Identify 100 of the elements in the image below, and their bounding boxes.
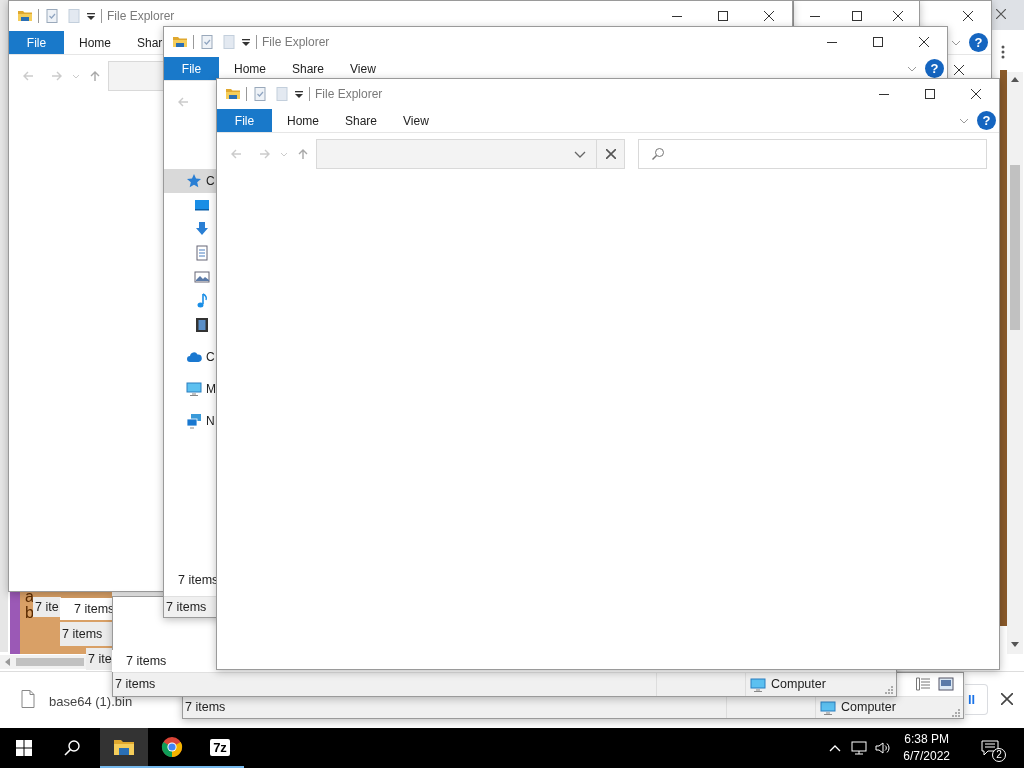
- download-icon: [194, 221, 210, 237]
- ribbon-tab[interactable]: Shar: [122, 31, 163, 54]
- horizontal-scrollbar[interactable]: [0, 655, 86, 669]
- file-explorer-button[interactable]: [100, 728, 148, 768]
- page-text: a: [25, 589, 34, 605]
- search-field[interactable]: [638, 139, 987, 169]
- up-arrow-icon[interactable]: [297, 148, 309, 160]
- nav-pane-item[interactable]: C: [164, 345, 217, 369]
- chevron-up-icon: [829, 744, 842, 752]
- recent-dropdown-icon[interactable]: [280, 151, 288, 157]
- monitor-icon: [749, 676, 767, 693]
- chevron-down-icon[interactable]: [907, 65, 917, 72]
- scroll-up-icon[interactable]: [1011, 77, 1019, 82]
- notifications-button[interactable]: 2: [966, 728, 1014, 768]
- nav-pane-item[interactable]: N: [164, 409, 217, 433]
- file-name[interactable]: base64 (1).bin: [49, 692, 133, 712]
- ribbon-tab[interactable]: Home: [64, 31, 122, 54]
- help-button[interactable]: ?: [969, 33, 988, 52]
- folder-icon[interactable]: [172, 34, 188, 50]
- nav-pane-item[interactable]: C: [164, 169, 217, 193]
- status-text: 7 items: [165, 598, 207, 616]
- window-title: File Explorer: [107, 8, 175, 25]
- address-field[interactable]: [316, 139, 597, 169]
- maximize-icon: [851, 11, 862, 21]
- folder-icon: [113, 737, 135, 757]
- close-icon: [605, 149, 616, 159]
- window-title: File Explorer: [315, 86, 383, 103]
- maximize-icon: [873, 37, 883, 47]
- desktop-icon: [194, 197, 210, 213]
- folder-icon[interactable]: [225, 86, 241, 102]
- location-label: Computer: [771, 676, 826, 694]
- ribbon-tab[interactable]: View: [388, 109, 446, 132]
- details-view-icon[interactable]: [915, 676, 931, 692]
- scrollbar-thumb[interactable]: [16, 658, 84, 666]
- speaker-icon: [875, 741, 892, 755]
- clear-button[interactable]: [597, 139, 625, 169]
- picture-icon: [194, 269, 210, 285]
- help-button[interactable]: ?: [977, 111, 996, 130]
- back-arrow-icon[interactable]: [230, 148, 242, 160]
- status-text: 7 items: [126, 652, 167, 670]
- ribbon-tab[interactable]: File: [164, 57, 219, 80]
- ribbon-tab[interactable]: File: [9, 31, 64, 54]
- forward-arrow-icon[interactable]: [259, 148, 271, 160]
- monitor-icon: [186, 381, 202, 397]
- large-icons-view-icon[interactable]: [938, 676, 954, 692]
- browser-toolbar: [992, 0, 1024, 30]
- close-icon: [919, 37, 929, 47]
- file-icon: [21, 690, 35, 708]
- windows-logo-icon: [16, 740, 32, 756]
- window-title: File Explorer: [262, 34, 330, 51]
- chevron-down-icon[interactable]: [951, 39, 961, 46]
- cloud-icon: [186, 349, 202, 365]
- status-text: 7 items: [115, 676, 156, 694]
- status-text: 7 items: [185, 699, 226, 717]
- close-icon: [963, 11, 973, 21]
- maximize-icon: [718, 11, 728, 21]
- ribbon-tab[interactable]: File: [217, 109, 272, 132]
- page-text: b: [25, 605, 34, 621]
- monitor-icon: [819, 699, 837, 716]
- properties-icon[interactable]: [44, 8, 60, 24]
- browser-icon: [161, 736, 183, 758]
- maximize-icon: [925, 89, 935, 99]
- more-menu-icon[interactable]: [1001, 45, 1005, 59]
- archive-app-button[interactable]: 7z: [196, 728, 244, 768]
- close-button[interactable]: [998, 690, 1016, 708]
- chevron-down-icon[interactable]: [959, 117, 969, 124]
- nav-pane-item[interactable]: M: [164, 377, 217, 401]
- up-arrow-icon[interactable]: [89, 70, 101, 82]
- dropdown-icon: [574, 150, 586, 158]
- back-arrow-icon[interactable]: [177, 96, 189, 108]
- status-text: 7 ite: [88, 650, 112, 668]
- status-text: 7 items: [62, 625, 103, 643]
- film-icon: [194, 317, 210, 333]
- scrollbar[interactable]: [1007, 72, 1023, 654]
- close-icon: [764, 11, 774, 21]
- recent-dropdown-icon[interactable]: [72, 73, 80, 79]
- close-icon: [893, 11, 904, 21]
- ribbon-tab[interactable]: Share: [277, 57, 335, 80]
- help-button[interactable]: ?: [925, 59, 944, 78]
- star-icon: [186, 173, 202, 189]
- properties-icon[interactable]: [199, 34, 215, 50]
- resize-grip-icon[interactable]: [952, 708, 960, 717]
- back-arrow-icon[interactable]: [22, 70, 34, 82]
- scrollbar-thumb[interactable]: [1010, 165, 1020, 330]
- search-icon: [64, 740, 80, 756]
- status-text: 7 ite: [35, 598, 59, 616]
- resize-grip-icon[interactable]: [885, 685, 893, 694]
- ribbon-tab[interactable]: Home: [272, 109, 330, 132]
- properties-icon[interactable]: [252, 86, 268, 102]
- scroll-left-icon[interactable]: [5, 658, 10, 666]
- ribbon-tab[interactable]: Home: [219, 57, 277, 80]
- document-icon: [194, 245, 210, 261]
- ribbon-tab[interactable]: View: [335, 57, 393, 80]
- show-all-button[interactable]: ll: [965, 684, 988, 715]
- ribbon-tab[interactable]: Share: [330, 109, 388, 132]
- clock-button[interactable]: 6:38 PM 6/7/2022: [895, 731, 958, 765]
- folder-icon[interactable]: [17, 8, 33, 24]
- forward-arrow-icon[interactable]: [51, 70, 63, 82]
- close-icon: [971, 89, 981, 99]
- scroll-down-icon[interactable]: [1011, 642, 1019, 647]
